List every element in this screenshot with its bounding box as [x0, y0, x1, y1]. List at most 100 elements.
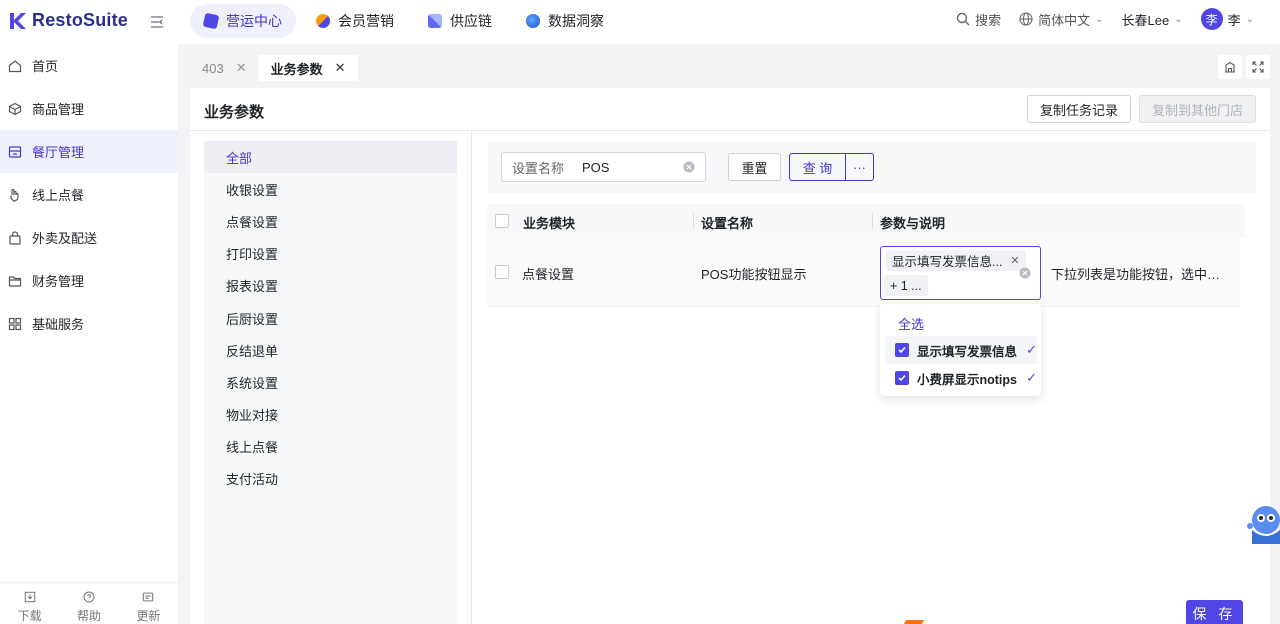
copy-to-other-stores-button[interactable]: 复制到其他门店 [1139, 95, 1257, 123]
sidebar-item-label: 外卖及配送 [32, 231, 98, 246]
category-item[interactable]: 物业对接 [204, 399, 457, 431]
row-checkbox[interactable] [495, 265, 509, 279]
table-row: 点餐设置 POS功能按钮显示 下拉列表是功能按钮，选中后... [487, 238, 1240, 307]
tab-tools [1218, 55, 1270, 79]
topnav-operation-center[interactable]: 营运中心 [190, 4, 296, 38]
store-select[interactable]: 长春Lee ⌄ [1122, 10, 1183, 29]
tab-403[interactable]: 403 ✕ [190, 55, 259, 81]
hand-icon [10, 188, 19, 202]
sidebar-footer: 下载 帮助 更新 [0, 582, 178, 624]
column-separator [693, 213, 694, 229]
sidebar-item-restaurant[interactable]: 餐厅管理 [0, 130, 178, 173]
topnav-label: 营运中心 [226, 13, 282, 29]
store-name: 长春Lee [1121, 12, 1170, 28]
category-item[interactable]: 打印设置 [204, 238, 457, 270]
search-icon [956, 12, 970, 26]
reset-button[interactable]: 重置 [728, 153, 781, 181]
more-tag[interactable]: + 1 ... [884, 275, 928, 296]
search-label: 搜索 [975, 12, 1002, 28]
dropdown-option[interactable]: 显示填写发票信息 ✓ [885, 336, 1037, 364]
search-button[interactable]: 搜索 [956, 10, 1001, 29]
category-item[interactable]: 反结退单 [204, 334, 457, 366]
chevron-down-icon: ⌄ [1245, 13, 1254, 25]
download-button[interactable]: 下载 [18, 591, 42, 624]
multiselect-dropdown: 全选 显示填写发票信息 ✓ 小费屏显示notips ✓ [880, 304, 1041, 396]
query-button-group: 查 询 ··· [789, 153, 874, 181]
function-buttons-multiselect[interactable]: 显示填写发票信息... ✕ + 1 ... [880, 246, 1041, 300]
close-icon[interactable]: ✕ [236, 60, 247, 76]
topnav-label: 数据洞察 [548, 13, 604, 29]
column-separator [872, 213, 873, 229]
sidebar-item-label: 财务管理 [32, 274, 85, 289]
building-icon [1225, 61, 1235, 73]
help-button[interactable]: 帮助 [77, 591, 101, 624]
select-all-option[interactable]: 全选 [898, 314, 924, 333]
sidebar-item-home[interactable]: 首页 [0, 44, 178, 87]
folder-icon [8, 275, 22, 287]
sidebar-item-label: 基础服务 [32, 317, 85, 332]
category-item[interactable]: 报表设置 [204, 270, 457, 302]
user-menu[interactable]: 李 李 ⌄ [1200, 8, 1254, 30]
more-options-button[interactable]: ··· [846, 154, 873, 180]
option-label: 小费屏显示notips [917, 372, 1017, 387]
column-header: 设置名称 [701, 216, 754, 231]
sidebar-item-products[interactable]: 商品管理 [0, 87, 178, 130]
fullscreen-button[interactable] [1246, 55, 1270, 79]
sidebar-item-delivery[interactable]: 外卖及配送 [0, 216, 178, 259]
dropdown-option[interactable]: 小费屏显示notips ✓ [885, 364, 1037, 392]
grid-icon [8, 317, 22, 330]
home-tab-button[interactable] [1218, 55, 1242, 79]
top-bar: RestoSuite 营运中心 会员营销 供应链 数据洞察 搜索 简体中文 ⌄ … [0, 0, 1280, 44]
close-icon[interactable]: ✕ [335, 60, 346, 76]
update-button[interactable]: 更新 [136, 591, 160, 624]
language-select[interactable]: 简体中文 ⌄ [1019, 10, 1104, 29]
category-item[interactable]: 全部 [204, 141, 457, 174]
header-divider [190, 130, 1270, 131]
collapse-menu-icon[interactable] [148, 13, 166, 31]
category-item[interactable]: 点餐设置 [204, 205, 457, 237]
data-icon [526, 14, 540, 28]
category-list: 全部 收银设置 点餐设置 打印设置 报表设置 后厨设置 反结退单 系统设置 物业… [204, 141, 457, 624]
clear-icon[interactable] [683, 161, 695, 173]
select-all-checkbox[interactable] [495, 214, 509, 228]
setting-name-filter[interactable]: 设置名称 POS [501, 152, 706, 182]
category-item[interactable]: 后厨设置 [204, 302, 457, 334]
sidebar-item-online-order[interactable]: 线上点餐 [0, 173, 178, 216]
logo[interactable]: RestoSuite [8, 10, 128, 31]
query-button[interactable]: 查 询 [790, 154, 846, 180]
avatar: 李 [1200, 8, 1223, 30]
sidebar-item-label: 首页 [32, 59, 59, 74]
category-item[interactable]: 系统设置 [204, 366, 457, 398]
top-right-tools: 搜索 简体中文 ⌄ 长春Lee ⌄ 李 李 ⌄ [956, 8, 1254, 30]
filter-value[interactable]: POS [574, 160, 683, 175]
supply-icon [428, 14, 442, 28]
category-item[interactable]: 收银设置 [204, 173, 457, 205]
table-header: 业务模块 设置名称 参数与说明 [487, 204, 1245, 238]
row-setting-name: POS功能按钮显示 [701, 267, 807, 282]
globe-icon [1019, 12, 1033, 26]
fullscreen-icon [1252, 61, 1264, 73]
sidebar-item-basic-services[interactable]: 基础服务 [0, 302, 178, 345]
clear-icon[interactable] [1019, 267, 1031, 279]
sidebar-item-label: 商品管理 [32, 102, 85, 117]
topnav-supply-chain[interactable]: 供应链 [414, 4, 506, 38]
tag-label: 显示填写发票信息... [892, 255, 1003, 269]
copy-task-log-button[interactable]: 复制任务记录 [1027, 95, 1132, 123]
close-icon[interactable]: ✕ [1010, 254, 1019, 267]
sidebar-item-finance[interactable]: 财务管理 [0, 259, 178, 302]
bag-icon [9, 230, 21, 245]
save-button[interactable]: 保 存 [1186, 600, 1243, 624]
member-icon [316, 14, 330, 28]
main-panel: 业务参数 复制任务记录 复制到其他门店 全部 收银设置 点餐设置 打印设置 报表… [190, 88, 1270, 624]
category-item[interactable]: 支付活动 [204, 463, 457, 495]
download-label: 下载 [17, 609, 42, 623]
tab-label: 业务参数 [270, 61, 323, 77]
tab-business-params[interactable]: 业务参数 ✕ [258, 55, 358, 81]
top-nav: 营运中心 会员营销 供应链 数据洞察 [190, 4, 618, 38]
help-icon [83, 591, 95, 603]
category-item[interactable]: 线上点餐 [204, 431, 457, 463]
assistant-mascot-icon[interactable] [1244, 500, 1280, 552]
topnav-data-insight[interactable]: 数据洞察 [512, 4, 618, 38]
topnav-member-marketing[interactable]: 会员营销 [302, 4, 408, 38]
logo-mark-icon [10, 12, 26, 29]
